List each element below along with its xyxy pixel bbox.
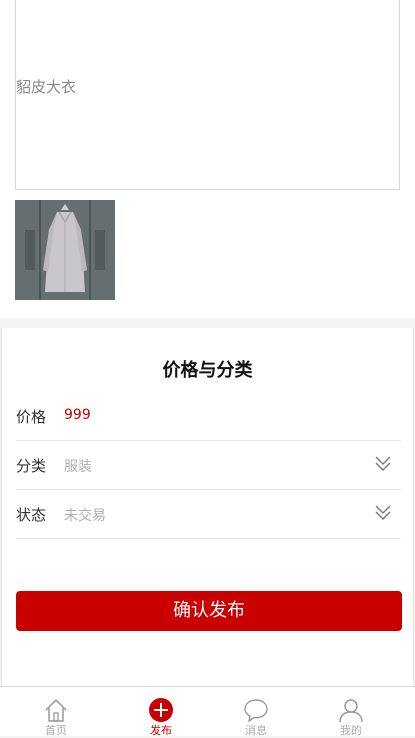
price-label: 价格 [16,408,47,426]
bottom-tab-bar: 首页 发布 消息 我的 [0,686,415,737]
status-row[interactable]: 状态 未交易 [16,490,401,539]
description-card: 貂皮大衣 [0,0,415,318]
price-category-card: 价格与分类 价格 999 分类 服装 状态 未交易 确认发布 [1,328,414,686]
description-text: 貂皮大衣 [16,78,77,96]
category-select[interactable]: 服装 [64,456,92,476]
uploaded-photo[interactable] [15,200,115,300]
price-row[interactable]: 价格 999 [16,392,401,441]
price-input[interactable]: 999 [64,407,91,423]
tab-messages[interactable]: 消息 [206,687,306,737]
chat-bubble-icon [244,699,268,722]
category-row[interactable]: 分类 服装 [16,441,401,490]
tab-mine[interactable]: 我的 [301,687,401,737]
status-label: 状态 [16,506,47,524]
status-select[interactable]: 未交易 [64,505,106,525]
coat-image [15,200,115,300]
section-title: 价格与分类 [162,360,253,381]
double-chevron-down-icon[interactable] [375,504,391,522]
plus-circle-icon [149,698,173,722]
tab-publish[interactable]: 发布 [111,687,211,737]
user-icon [339,699,363,722]
tab-home[interactable]: 首页 [6,687,106,737]
confirm-publish-button[interactable]: 确认发布 [16,591,402,631]
home-icon [45,698,67,722]
double-chevron-down-icon[interactable] [375,455,391,473]
category-label: 分类 [16,457,47,475]
description-textarea[interactable]: 貂皮大衣 [15,0,400,190]
